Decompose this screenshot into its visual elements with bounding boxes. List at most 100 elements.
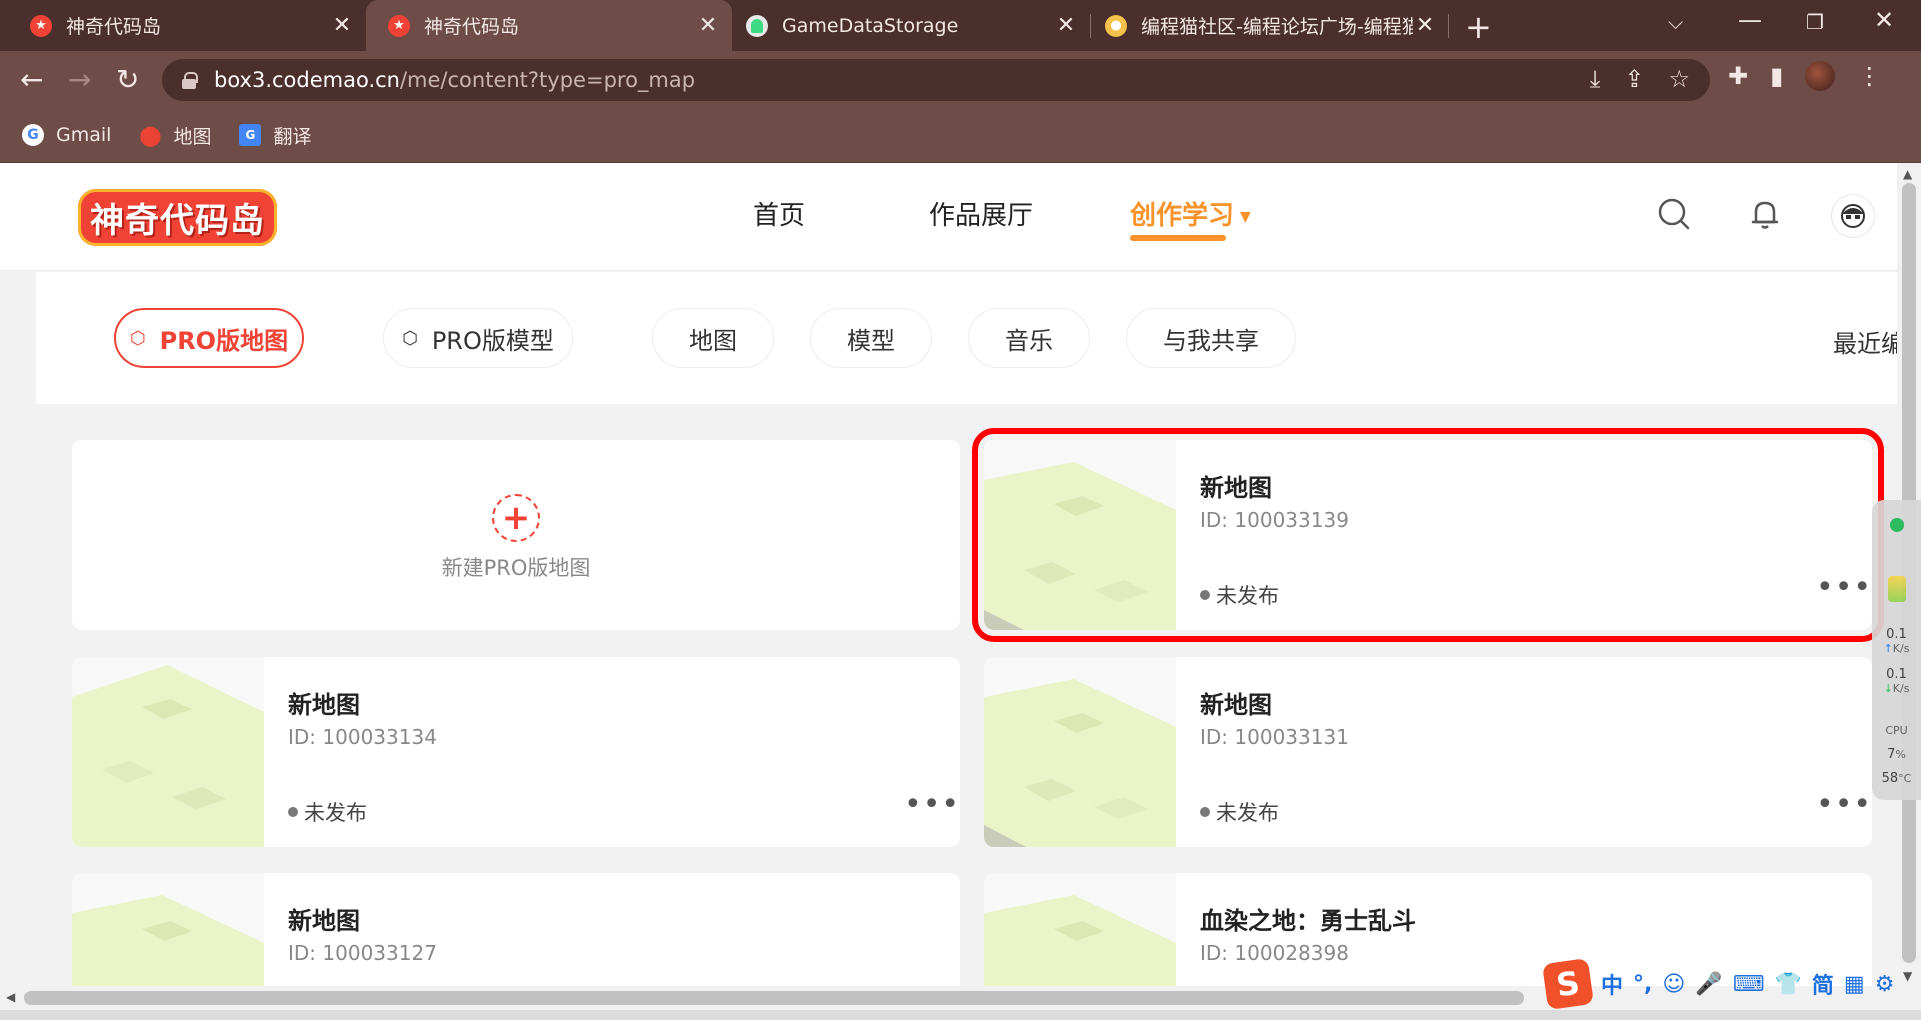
extensions-puzzle-icon[interactable]: ✚ (1728, 62, 1748, 90)
nav-create-learn[interactable]: 创作学习 ▼ (1130, 195, 1251, 232)
bookmark-maps[interactable]: ⬤ 地图 (139, 122, 211, 149)
ime-voice-icon[interactable]: 🎤 (1695, 972, 1722, 997)
bookmark-star-icon[interactable]: ☆ (1668, 65, 1690, 93)
more-options-icon[interactable]: ••• (1816, 787, 1872, 822)
window-close-icon[interactable]: ✕ (1874, 6, 1894, 34)
browser-tab-3[interactable]: GameDataStorage ✕ (732, 0, 1090, 51)
nav-home[interactable]: 首页 (753, 195, 805, 232)
logo-text: 神奇代码岛 (78, 188, 277, 246)
install-app-icon[interactable]: ⤓ (1590, 65, 1601, 93)
lock-icon[interactable] (182, 72, 198, 89)
scroll-down-arrow-icon[interactable]: ▼ (1903, 969, 1912, 983)
scroll-left-arrow-icon[interactable]: ◀ (6, 990, 15, 1004)
ime-chinese-mode[interactable]: 中 (1601, 968, 1623, 1000)
tab-search-chevron-icon[interactable]: ⌵ (1668, 10, 1683, 34)
new-tab-plus-icon[interactable]: + (1465, 8, 1492, 46)
ime-punctuation-icon[interactable]: °, (1633, 972, 1652, 997)
tab-title: GameDataStorage (782, 14, 959, 37)
browser-tab-4[interactable]: ● 编程猫社区-编程论坛广场-编程猫 ✕ (1091, 0, 1449, 51)
tab-title: 编程猫社区-编程论坛广场-编程猫 (1141, 16, 1413, 38)
status-green-dot-icon (1890, 518, 1904, 532)
sort-recent-edit[interactable]: 最近编辑 (1833, 324, 1897, 359)
bookmarks-bar: G Gmail ⬤ 地图 G 翻译 (0, 108, 1921, 163)
horizontal-scroll-thumb[interactable] (24, 991, 1524, 1005)
back-arrow-icon[interactable]: ← (20, 63, 43, 96)
filter-model[interactable]: 模型 (810, 308, 932, 368)
side-panel-icon[interactable]: ▮ (1770, 62, 1783, 90)
bookmark-label: Gmail (56, 124, 112, 146)
new-pro-map-card[interactable]: + 新建PRO版地图 (72, 440, 960, 630)
filter-label: PRO版地图 (159, 326, 289, 355)
ime-skin-icon[interactable]: 👕 (1774, 972, 1801, 997)
tab-close-icon[interactable]: ✕ (696, 13, 720, 38)
status-text: 未发布 (304, 801, 367, 825)
scroll-up-arrow-icon[interactable]: ▲ (1903, 167, 1912, 181)
filter-music[interactable]: 音乐 (968, 308, 1090, 368)
map-thumbnail (984, 873, 1176, 986)
browser-tab-2[interactable]: ★ 神奇代码岛 ✕ (366, 0, 732, 51)
upload-arrow-icon: ↑ (1883, 642, 1893, 655)
cpu-temperature: 58°C (1872, 772, 1921, 786)
map-id: ID: 100033131 (1200, 725, 1349, 749)
search-icon[interactable] (1657, 197, 1691, 231)
map-card[interactable]: 新地图 ID: 100033127 (72, 873, 960, 986)
codemao-community-favicon-icon: ● (1105, 14, 1127, 37)
tab-separator (1448, 14, 1449, 38)
content-type-filter: ⬡ PRO版地图 ⬡ PRO版模型 地图 模型 音乐 与我共享 最近编辑 (36, 272, 1897, 404)
tab-title: 神奇代码岛 (66, 16, 162, 38)
hexagon-icon: ⬡ (129, 327, 146, 349)
status-dot-icon (1200, 807, 1210, 817)
upload-unit: K/s (1892, 642, 1910, 655)
share-icon[interactable]: ⇪ (1624, 65, 1644, 93)
bookmark-gmail[interactable]: G Gmail (22, 124, 111, 146)
plus-icon: + (492, 494, 540, 542)
sogou-logo-icon[interactable]: S (1542, 958, 1594, 1010)
filter-label: PRO版模型 (431, 326, 554, 355)
map-title: 新地图 (1200, 691, 1272, 719)
bookmark-label: 地图 (173, 125, 212, 148)
map-card[interactable]: 新地图 ID: 100033134 未发布 ••• (72, 657, 960, 847)
ime-keyboard-icon[interactable]: ⌨ (1733, 972, 1765, 997)
more-options-icon[interactable]: ••• (1816, 570, 1872, 605)
nav-create-learn-label: 创作学习 (1130, 201, 1235, 231)
nav-gallery[interactable]: 作品展厅 (929, 195, 1033, 232)
tab-close-icon[interactable]: ✕ (330, 13, 354, 38)
cpu-label: CPU (1885, 724, 1908, 737)
minimize-icon[interactable]: — (1738, 6, 1762, 34)
system-monitor-widget[interactable]: 0.1 ↑K/s 0.1 ↓K/s CPU 7% 58°C (1872, 500, 1921, 800)
tab-close-icon[interactable]: ✕ (1054, 13, 1078, 38)
user-avatar[interactable] (1831, 194, 1875, 238)
map-card[interactable]: 新地图 ID: 100033139 未发布 ••• (972, 428, 1884, 642)
profile-avatar[interactable] (1805, 61, 1836, 91)
bookmark-translate[interactable]: G 翻译 (239, 122, 311, 149)
browser-tab-strip: ★ 神奇代码岛 ✕ ★ 神奇代码岛 ✕ GameDataStorage ✕ ● … (0, 0, 1921, 51)
reload-icon[interactable]: ↻ (116, 63, 139, 96)
chrome-menu-icon[interactable]: ⋮ (1857, 62, 1881, 90)
bell-icon[interactable] (1748, 197, 1782, 231)
hexagon-icon: ⬡ (402, 327, 418, 349)
ime-settings-icon[interactable]: ⚙ (1875, 972, 1895, 997)
map-id: ID: 100033139 (1200, 508, 1349, 532)
filter-map[interactable]: 地图 (652, 308, 774, 368)
forward-arrow-icon[interactable]: → (68, 63, 91, 96)
tab-close-icon[interactable]: ✕ (1413, 13, 1437, 38)
ime-emoji-icon[interactable]: ☺ (1662, 972, 1685, 997)
maps-pin-icon: ⬤ (139, 123, 162, 147)
browser-tab-1[interactable]: ★ 神奇代码岛 ✕ (0, 0, 366, 51)
restore-icon[interactable]: ❐ (1806, 10, 1824, 34)
filter-shared-with-me[interactable]: 与我共享 (1126, 308, 1296, 368)
more-options-icon[interactable]: ••• (904, 787, 960, 822)
download-speed: 0.1 ↓K/s (1872, 668, 1921, 696)
bookmark-label: 翻译 (273, 125, 312, 148)
site-header: 神奇代码岛 首页 作品展厅 创作学习 ▼ (0, 163, 1897, 271)
ime-simplified-mode[interactable]: 简 (1812, 968, 1834, 1000)
translate-icon: G (239, 124, 262, 146)
ime-toolbox-icon[interactable]: ▦ (1844, 972, 1865, 997)
status-text: 未发布 (1216, 801, 1279, 825)
upload-value: 0.1 (1886, 627, 1907, 642)
filter-pro-map[interactable]: ⬡ PRO版地图 (114, 308, 304, 368)
map-card[interactable]: 新地图 ID: 100033131 未发布 ••• (984, 657, 1872, 847)
filter-pro-model[interactable]: ⬡ PRO版模型 (383, 308, 573, 368)
address-bar[interactable]: box3.codemao.cn/me/content?type=pro_map … (162, 59, 1710, 101)
site-logo[interactable]: 神奇代码岛 (78, 188, 277, 246)
